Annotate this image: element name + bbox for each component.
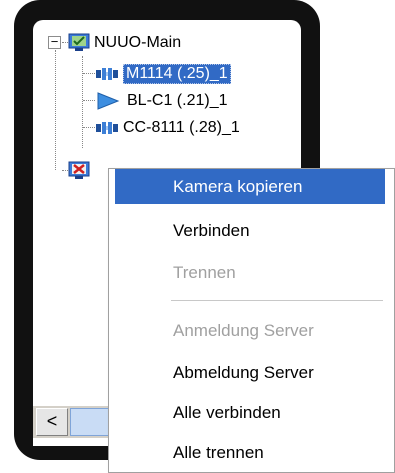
tree-root-label: NUUO-Main [94, 34, 182, 51]
scroll-left-button[interactable]: < [36, 408, 68, 436]
menu-separator [171, 300, 383, 301]
tree-item-camera-2[interactable]: BL-C1 (.21)_1 [95, 90, 228, 112]
menu-item-disconnect-all[interactable]: Alle trennen [115, 435, 385, 470]
menu-item-logout-server[interactable]: Abmeldung Server [115, 355, 385, 390]
tree-item-camera-1[interactable]: M1114 (.25)_1 [95, 63, 231, 85]
collapse-toggle[interactable]: − [48, 35, 61, 49]
menu-item-copy-camera[interactable]: Kamera kopieren [115, 169, 385, 204]
ptz-camera-icon [95, 92, 121, 110]
menu-item-label: Trennen [173, 262, 236, 282]
menu-item-label: Kamera kopieren [173, 176, 303, 196]
disconnected-server-icon [68, 161, 90, 181]
tree-item-camera-3[interactable]: CC-8111 (.28)_1 [95, 117, 240, 139]
menu-item-label: Alle verbinden [173, 402, 281, 422]
dome-camera-icon [95, 119, 121, 137]
menu-item-label: Alle trennen [173, 442, 264, 462]
server-monitor-icon [68, 33, 90, 53]
chevron-left-icon: < [46, 411, 58, 431]
tree-connector [83, 100, 95, 101]
tree-item-label: M1114 (.25)_1 [123, 64, 231, 84]
menu-item-label: Abmeldung Server [173, 362, 314, 382]
menu-item-login-server[interactable]: Anmeldung Server [115, 313, 385, 348]
dome-camera-icon [95, 65, 121, 83]
context-menu: Kamera kopieren Verbinden Trennen Anmeld… [108, 168, 395, 473]
menu-item-connect[interactable]: Verbinden [115, 213, 385, 248]
tree-item-label: CC-8111 (.28)_1 [123, 119, 240, 136]
menu-item-label: Anmeldung Server [173, 320, 314, 340]
tree-root-server[interactable]: NUUO-Main [68, 32, 181, 54]
tree-item-label: BL-C1 (.21)_1 [127, 92, 228, 109]
tree-root-server-2[interactable] [68, 160, 90, 182]
menu-item-disconnect[interactable]: Trennen [115, 255, 385, 290]
tree-connector [82, 56, 83, 148]
menu-item-connect-all[interactable]: Alle verbinden [115, 395, 385, 430]
tree-connector [83, 127, 95, 128]
tree-connector [55, 50, 56, 170]
menu-item-label: Verbinden [173, 220, 250, 240]
tree-connector [83, 73, 95, 74]
